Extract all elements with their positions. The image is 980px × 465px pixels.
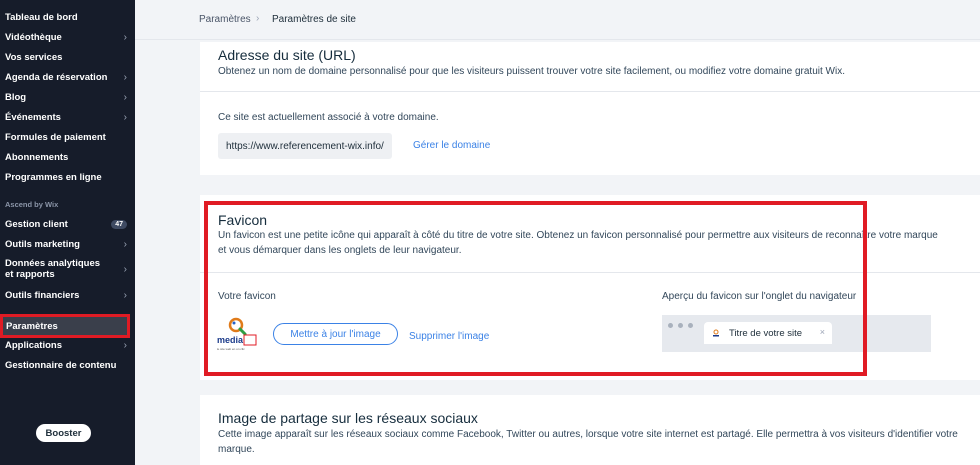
sidebar-item-label: Agenda de réservation — [5, 71, 108, 83]
domain-card: Adresse du site (URL) Obtenez un nom de … — [200, 42, 980, 175]
sidebar-item-label: Abonnements — [5, 151, 69, 163]
your-favicon-label: Votre favicon — [218, 291, 276, 302]
sidebar: Tableau de bord Vidéothèque › Vos service… — [0, 0, 135, 465]
sidebar-item-events[interactable]: Événements › — [5, 108, 127, 126]
sidebar-item-dashboard[interactable]: Tableau de bord — [5, 8, 127, 26]
chevron-right-icon: › — [123, 91, 127, 103]
sidebar-item-video-library[interactable]: Vidéothèque › — [5, 28, 127, 46]
window-dots-icon — [668, 323, 693, 328]
social-card-description: Cette image apparaît sur les réseaux soc… — [218, 429, 958, 455]
domain-card-title: Adresse du site (URL) — [218, 47, 356, 63]
logo-subtext: le site web en un clic — [217, 347, 245, 351]
domain-url: https://www.referencement-wix.info/ — [226, 140, 384, 152]
favicon-preview-label: Aperçu du favicon sur l'onglet du naviga… — [662, 291, 857, 302]
delete-image-link[interactable]: Supprimer l'image — [409, 331, 489, 342]
sidebar-item-label: Outils financiers — [5, 289, 80, 301]
chevron-right-icon: › — [123, 238, 127, 250]
favicon-card-description: Un favicon est une petite icône qui appa… — [218, 230, 938, 256]
sidebar-item-analytics[interactable]: Données analytiques et rapports › — [5, 256, 127, 282]
social-card-title: Image de partage sur les réseaux sociaux — [218, 410, 478, 426]
sidebar-item-label: Événements — [5, 111, 61, 123]
favicon-small-icon — [713, 329, 719, 337]
sidebar-item-financial-tools[interactable]: Outils financiers › — [5, 286, 127, 304]
chevron-right-icon: › — [123, 111, 127, 123]
sidebar-item-label: Tableau de bord — [5, 11, 78, 23]
breadcrumb-parent[interactable]: Paramètres — [199, 14, 251, 25]
sidebar-item-label: Gestion client — [5, 218, 68, 230]
sidebar-item-label: Vidéothèque — [5, 31, 62, 43]
social-share-card: Image de partage sur les réseaux sociaux… — [200, 395, 980, 465]
sidebar-item-services[interactable]: Vos services — [5, 48, 127, 66]
close-icon: × — [819, 327, 825, 337]
sidebar-item-label: Vos services — [5, 51, 63, 63]
sidebar-section-label: Ascend by Wix — [5, 200, 59, 209]
sidebar-item-booking-calendar[interactable]: Agenda de réservation › — [5, 68, 127, 86]
sidebar-item-blog[interactable]: Blog › — [5, 88, 127, 106]
sidebar-item-label: Programmes en ligne — [5, 171, 102, 183]
chevron-right-icon: › — [123, 31, 127, 43]
favicon-image: media le site web en un clic — [216, 315, 258, 355]
domain-card-description: Obtenez un nom de domaine personnalisé p… — [218, 66, 845, 77]
chevron-right-icon: › — [123, 263, 127, 275]
domain-info-text: Ce site est actuellement associé à votre… — [218, 112, 439, 123]
favicon-card: Favicon Un favicon est une petite icône … — [200, 195, 980, 380]
breadcrumb-current: Paramètres de site — [272, 14, 356, 25]
domain-url-field: https://www.referencement-wix.info/ — [218, 133, 392, 159]
favicon-card-title: Favicon — [218, 212, 268, 228]
sidebar-item-content-manager[interactable]: Gestionnaire de contenu — [5, 356, 127, 374]
chevron-right-icon: › — [123, 339, 127, 351]
chevron-right-icon: › — [123, 71, 127, 83]
update-image-button[interactable]: Mettre à jour l'image — [273, 323, 398, 345]
browser-tab-preview: Titre de votre site × — [662, 315, 931, 352]
sidebar-item-label: Formules de paiement — [5, 131, 106, 143]
divider — [200, 272, 980, 273]
sidebar-item-label: Paramètres — [6, 320, 58, 332]
sidebar-item-applications[interactable]: Applications › — [5, 336, 127, 354]
chevron-right-icon: › — [123, 289, 127, 301]
browser-tab: Titre de votre site × — [704, 322, 832, 344]
sidebar-item-label: Outils marketing — [5, 238, 80, 250]
sidebar-item-label: Gestionnaire de contenu — [5, 359, 117, 371]
sidebar-item-payment-plans[interactable]: Formules de paiement — [5, 128, 127, 146]
header — [135, 0, 980, 40]
tab-title: Titre de votre site — [729, 327, 803, 339]
divider — [200, 91, 980, 92]
booster-button[interactable]: Booster — [36, 424, 91, 442]
sidebar-item-marketing-tools[interactable]: Outils marketing › — [5, 235, 127, 253]
sidebar-item-subscriptions[interactable]: Abonnements — [5, 148, 127, 166]
sidebar-item-online-programs[interactable]: Programmes en ligne — [5, 168, 127, 186]
chevron-right-icon: › — [256, 13, 260, 24]
sidebar-item-label: Blog — [5, 91, 27, 103]
sidebar-item-label: Données analytiques et rapports — [5, 258, 101, 280]
count-badge: 47 — [111, 219, 127, 229]
magnifier-logo-icon: media le site web en un clic — [217, 317, 257, 351]
sidebar-item-client-management[interactable]: Gestion client 47 — [5, 215, 127, 233]
manage-domain-link[interactable]: Gérer le domaine — [413, 140, 490, 151]
logo-text: media — [217, 335, 244, 345]
sidebar-item-settings[interactable]: Paramètres — [6, 317, 127, 335]
sidebar-item-label: Applications — [5, 339, 63, 351]
